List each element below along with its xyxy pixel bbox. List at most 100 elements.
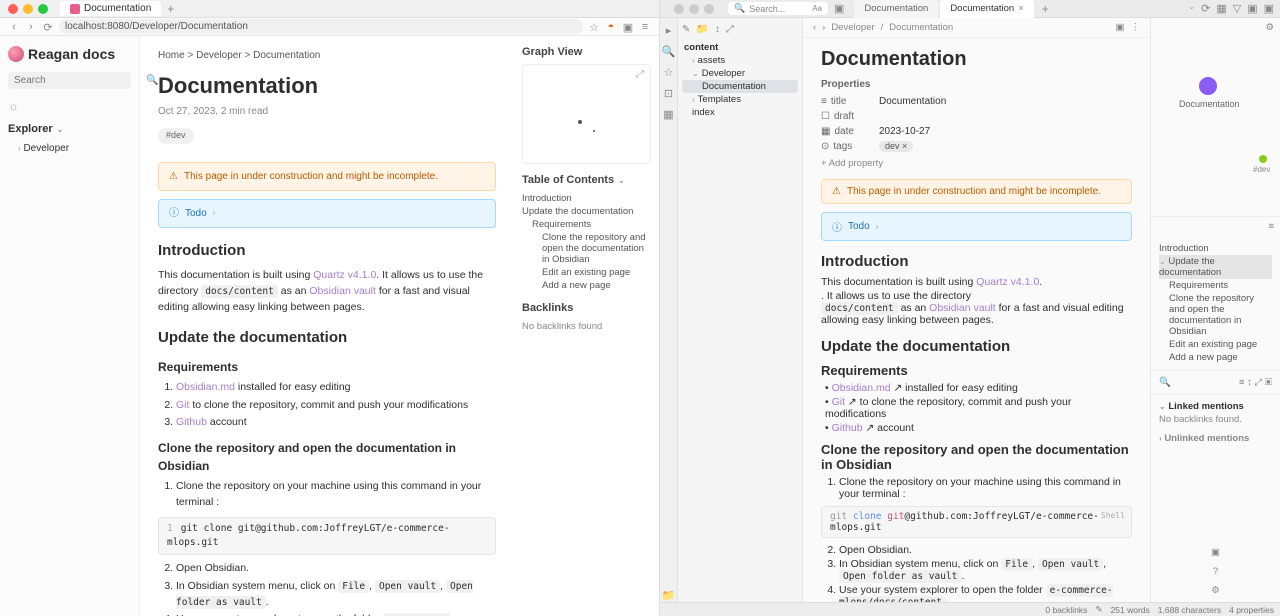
maximize-window-button[interactable] — [38, 4, 48, 14]
crumb-developer[interactable]: Developer — [196, 50, 242, 61]
crumb-documentation[interactable]: Documentation — [253, 50, 320, 61]
status-props[interactable]: 4 properties — [1229, 605, 1274, 615]
outline-item[interactable]: Add a new page — [1159, 351, 1272, 364]
outline-item[interactable]: Clone the repository and open the docume… — [1159, 292, 1272, 338]
prop-date[interactable]: ▦date2023-10-27 — [821, 124, 1132, 139]
site-brand[interactable]: Reagan docs — [8, 46, 131, 62]
list-icon[interactable]: ≡ — [1268, 221, 1274, 232]
prop-tags[interactable]: ⊙tagsdev × — [821, 139, 1132, 154]
search-tools[interactable]: ≡ ↕ ⤢ ▣ — [1239, 377, 1272, 388]
search-box[interactable]: 🔍 — [8, 72, 131, 89]
view-mode-icon[interactable]: ▣ — [1116, 22, 1125, 33]
tree-item-documentation[interactable]: Documentation — [682, 80, 798, 93]
sort-icon[interactable]: ↕ — [715, 24, 720, 35]
back-icon[interactable]: ‹ — [8, 21, 20, 33]
settings-icon[interactable]: ⚙ — [1265, 22, 1274, 33]
status-words[interactable]: 251 words — [1111, 605, 1150, 615]
settings-icon[interactable]: ⚙ — [1211, 585, 1220, 596]
editor[interactable]: Documentation Properties ≡titleDocumenta… — [803, 38, 1150, 602]
outline-item[interactable]: Introduction — [1159, 242, 1272, 255]
shield-icon[interactable]: ◓ — [605, 21, 617, 33]
toc-link[interactable]: Requirements — [522, 218, 651, 231]
status-chars[interactable]: 1,688 characters — [1158, 605, 1221, 615]
search-icon[interactable]: 🔍 — [662, 45, 676, 58]
toc-header[interactable]: Table of Contents ⌄ — [522, 174, 651, 186]
outline-item[interactable]: Requirements — [1159, 279, 1272, 292]
folder-icon[interactable]: 📁 — [662, 589, 676, 602]
files-icon[interactable]: ▸ — [666, 24, 672, 37]
add-property-button[interactable]: + Add property — [821, 158, 1132, 169]
tab-dropdown-icon[interactable]: ⌄ — [1188, 2, 1195, 15]
nav-back-icon[interactable]: ‹ — [813, 22, 816, 33]
close-tab-icon[interactable]: × — [1018, 3, 1024, 14]
search-input[interactable] — [14, 75, 146, 86]
tab-documentation-active[interactable]: Documentation × — [940, 0, 1033, 18]
explorer-item-developer[interactable]: › Developer — [8, 141, 131, 156]
toc-link[interactable]: Add a new page — [522, 279, 651, 292]
tree-root[interactable]: content — [682, 41, 798, 54]
theme-toggle[interactable]: ☼ — [8, 99, 131, 113]
new-folder-icon[interactable]: 📁 — [696, 24, 708, 35]
menu-icon[interactable]: ≡ — [639, 21, 651, 33]
panel-icon[interactable]: ▣ — [1247, 2, 1257, 15]
callout-todo[interactable]: ⓘ Todo › — [821, 212, 1132, 241]
minimize-window-button[interactable] — [689, 4, 699, 14]
extensions-icon[interactable]: ▣ — [622, 21, 634, 33]
browser-tab[interactable]: Documentation — [60, 1, 161, 16]
callout-todo[interactable]: ⓘ Todo › — [158, 199, 496, 228]
outline-item[interactable]: ⌄ Update the documentation — [1159, 255, 1272, 279]
graph-node-main[interactable] — [1199, 77, 1217, 95]
graph-icon[interactable]: ⊡ — [664, 87, 673, 100]
new-tab-button[interactable]: + — [167, 2, 174, 16]
help-icon[interactable]: ? — [1213, 566, 1218, 577]
graph-node[interactable] — [578, 120, 582, 124]
tree-item-index[interactable]: index — [682, 106, 798, 119]
tab-documentation[interactable]: Documentation — [854, 0, 938, 18]
toc-link[interactable]: Clone the repository and open the docume… — [522, 231, 651, 266]
properties-header[interactable]: Properties — [821, 79, 1132, 90]
explorer-header[interactable]: Explorer ⌄ — [8, 123, 131, 135]
tree-item-assets[interactable]: ›assets — [682, 54, 798, 67]
maximize-window-button[interactable] — [704, 4, 714, 14]
close-window-button[interactable] — [8, 4, 18, 14]
close-window-button[interactable] — [674, 4, 684, 14]
minimize-window-button[interactable] — [23, 4, 33, 14]
bookmark-icon[interactable]: ☆ — [664, 66, 674, 79]
note-title[interactable]: Documentation — [821, 48, 1132, 71]
calendar-icon[interactable]: ▦ — [1216, 2, 1226, 15]
url-input[interactable]: localhost:8080/Developer/Documentation — [59, 19, 583, 34]
more-icon[interactable]: ⋮ — [1131, 22, 1141, 33]
graph-view[interactable]: ⤢ — [522, 64, 651, 164]
canvas-icon[interactable]: ▦ — [663, 108, 673, 121]
github-link[interactable]: Github — [176, 416, 207, 428]
edit-icon[interactable]: ✎ — [1095, 604, 1102, 615]
toc-link[interactable]: Update the documentation — [522, 205, 651, 218]
right-sidebar-toggle-icon[interactable]: ▣ — [1264, 2, 1274, 15]
obsidian-link[interactable]: Obsidian.md — [176, 381, 235, 393]
expand-icon[interactable]: ⤢ — [636, 69, 644, 80]
nav-forward-icon[interactable]: › — [822, 22, 825, 33]
search-icon[interactable]: 🔍 — [1159, 377, 1171, 388]
graph-node[interactable] — [593, 130, 595, 132]
status-backlinks[interactable]: 0 backlinks — [1045, 605, 1087, 615]
new-tab-button[interactable]: + — [1036, 0, 1055, 18]
linked-mentions-header[interactable]: ⌄ Linked mentions — [1159, 401, 1272, 412]
bookmark-icon[interactable]: ☆ — [588, 21, 600, 33]
toc-link[interactable]: Introduction — [522, 192, 651, 205]
new-note-icon[interactable]: ✎ — [682, 24, 690, 35]
tree-item-developer[interactable]: ⌄Developer — [682, 67, 798, 80]
quartz-link[interactable]: Quartz v4.1.0 — [313, 269, 376, 281]
toc-link[interactable]: Edit an existing page — [522, 266, 651, 279]
unlinked-mentions-header[interactable]: › Unlinked mentions — [1159, 433, 1272, 444]
filter-icon[interactable]: ▽ — [1233, 2, 1241, 15]
tree-item-templates[interactable]: ›Templates — [682, 93, 798, 106]
sync-icon[interactable]: ⟳ — [1201, 2, 1210, 15]
local-graph[interactable]: Documentation #dev — [1151, 37, 1280, 217]
collapse-icon[interactable]: ⤢ — [726, 24, 734, 35]
obsidian-search[interactable]: 🔍 Search... Aa — [728, 2, 828, 15]
git-link[interactable]: Git — [176, 399, 189, 411]
obsidian-vault-link[interactable]: Obsidian vault — [929, 302, 996, 314]
graph-node-tag[interactable] — [1259, 155, 1267, 163]
outline-item[interactable]: Edit an existing page — [1159, 338, 1272, 351]
quartz-link[interactable]: Quartz v4.1.0 — [976, 276, 1039, 288]
